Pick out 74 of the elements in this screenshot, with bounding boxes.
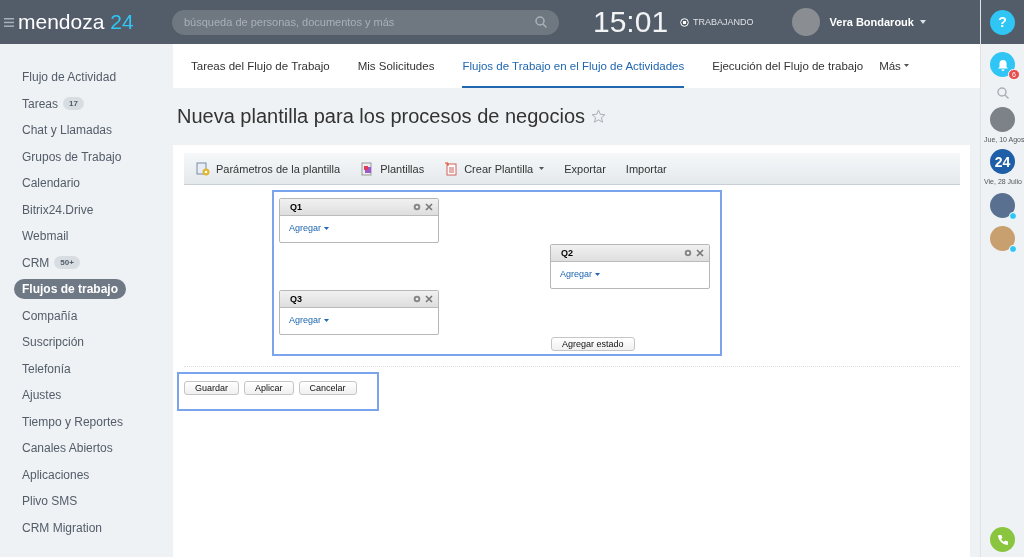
sidebar-item[interactable]: Chat y Llamadas bbox=[22, 121, 113, 140]
search-icon bbox=[535, 15, 547, 28]
add-state-button[interactable]: Agregar estado bbox=[551, 337, 635, 351]
phone-icon bbox=[996, 533, 1009, 546]
sidebar-item[interactable]: CRM bbox=[22, 253, 50, 272]
counter-badge: 17 bbox=[63, 97, 84, 111]
sidebar-item[interactable]: Tareas bbox=[22, 94, 59, 113]
sidebar-item[interactable]: Grupos de Trabajo bbox=[22, 147, 122, 166]
phone-button[interactable] bbox=[990, 527, 1015, 552]
logo[interactable]: mendoza 24 bbox=[18, 10, 172, 34]
state-title: Q2 bbox=[561, 248, 574, 258]
close-icon[interactable] bbox=[696, 249, 704, 257]
clock-time: 15:01 bbox=[593, 5, 669, 39]
sidebar-item[interactable]: Plivo SMS bbox=[22, 492, 78, 511]
online-dot bbox=[1009, 245, 1017, 253]
close-icon[interactable] bbox=[425, 295, 433, 303]
menu-icon[interactable] bbox=[4, 17, 14, 27]
search-icon[interactable] bbox=[996, 87, 1009, 99]
sidebar-item[interactable]: Bitrix24.Drive bbox=[22, 200, 94, 219]
avatar[interactable] bbox=[990, 107, 1015, 132]
add-dropdown-link[interactable]: Agregar bbox=[560, 269, 601, 279]
sidebar-item[interactable]: Flujos de trabajo bbox=[14, 279, 126, 300]
caret-icon bbox=[324, 226, 330, 230]
sidebar-item[interactable]: Compañía bbox=[22, 306, 78, 325]
state-title: Q1 bbox=[290, 202, 303, 212]
form-button[interactable]: Guardar bbox=[184, 381, 240, 395]
sidebar-item[interactable]: Telefonía bbox=[22, 359, 71, 378]
document-icon bbox=[360, 161, 375, 176]
sidebar-item[interactable]: Aplicaciones bbox=[22, 465, 90, 484]
user-name[interactable]: Vera Bondarouk bbox=[829, 16, 914, 28]
state-title: Q3 bbox=[290, 294, 303, 304]
form-button[interactable]: Cancelar bbox=[298, 381, 357, 395]
tab[interactable]: Ejecución del Flujo de trabajo bbox=[712, 44, 864, 88]
avatar[interactable] bbox=[990, 226, 1015, 251]
more-tab[interactable]: Más bbox=[879, 44, 909, 88]
toolbar-button[interactable]: Parámetros de la plantilla bbox=[196, 161, 341, 176]
avatar[interactable] bbox=[791, 8, 820, 36]
sidebar-item[interactable]: Flujo de Actividad bbox=[22, 68, 117, 87]
star-icon[interactable] bbox=[591, 109, 607, 124]
caret-icon bbox=[595, 272, 601, 276]
online-dot bbox=[1009, 212, 1017, 220]
caret-icon bbox=[324, 318, 330, 322]
sidebar-item[interactable]: Canales Abiertos bbox=[22, 439, 113, 458]
toolbar-button[interactable]: Crear Plantilla bbox=[444, 161, 545, 176]
caret-icon[interactable] bbox=[919, 20, 926, 24]
tab[interactable]: Tareas del Flujo de Trabajo bbox=[191, 44, 330, 88]
toolbar-button[interactable]: Importar bbox=[625, 162, 667, 175]
add-dropdown-link[interactable]: Agregar bbox=[289, 223, 330, 233]
sidebar-item[interactable]: Suscripción bbox=[22, 333, 85, 352]
stop-icon[interactable] bbox=[680, 17, 690, 27]
new-document-icon bbox=[444, 161, 459, 176]
sidebar-item[interactable]: Ajustes bbox=[22, 386, 62, 405]
sidebar-item[interactable]: Webmail bbox=[22, 227, 69, 246]
chat-avatar[interactable]: 24 bbox=[990, 149, 1015, 174]
counter-badge: 50+ bbox=[54, 256, 80, 270]
notifications-button[interactable] bbox=[990, 52, 1015, 77]
work-status[interactable]: TRABAJANDO bbox=[693, 17, 754, 27]
sidebar-item[interactable]: Calendario bbox=[22, 174, 81, 193]
settings-icon[interactable] bbox=[413, 203, 421, 211]
settings-icon[interactable] bbox=[413, 295, 421, 303]
settings-icon bbox=[196, 161, 210, 176]
settings-icon[interactable] bbox=[684, 249, 692, 257]
add-dropdown-link[interactable]: Agregar bbox=[289, 315, 330, 325]
bell-icon bbox=[996, 58, 1009, 71]
avatar[interactable] bbox=[990, 193, 1015, 218]
toolbar-button[interactable]: Plantillas bbox=[360, 161, 425, 176]
toolbar-button[interactable]: Exportar bbox=[564, 162, 606, 175]
sidebar-item[interactable]: Tiempo y Reportes bbox=[22, 412, 123, 431]
tab[interactable]: Mis Solicitudes bbox=[357, 44, 435, 88]
sidebar-item[interactable]: CRM Migration bbox=[22, 518, 102, 537]
caret-icon bbox=[903, 64, 909, 67]
close-icon[interactable] bbox=[425, 203, 433, 211]
page-title: Nueva plantilla para los procesos de negocios bbox=[177, 105, 586, 128]
form-button[interactable]: Aplicar bbox=[244, 381, 294, 395]
